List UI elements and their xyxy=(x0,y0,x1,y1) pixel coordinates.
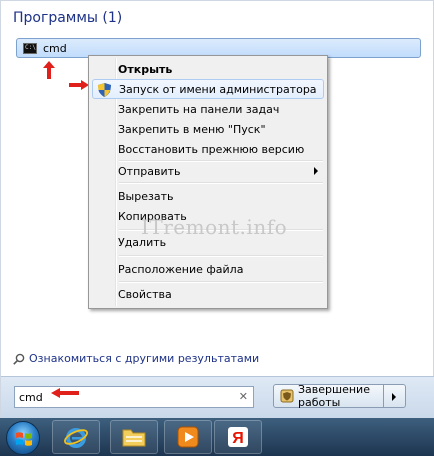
menu-item-label: Расположение файла xyxy=(118,262,244,276)
menu-separator xyxy=(119,281,323,283)
menu-item-label: Свойства xyxy=(118,287,172,301)
watermark-text: ITremont.info xyxy=(141,215,288,239)
windows-logo-icon xyxy=(16,432,32,446)
menu-item-open[interactable]: Открыть xyxy=(92,59,324,79)
taskbar-file-explorer[interactable] xyxy=(110,420,158,454)
taskbar-media-player[interactable] xyxy=(164,420,212,454)
shutdown-label: Завершение работы xyxy=(298,383,370,409)
see-more-results-label: Ознакомиться с другими результатами xyxy=(29,352,260,365)
search-result-label: cmd xyxy=(43,41,67,55)
internet-explorer-icon xyxy=(64,428,88,448)
cmd-icon: C:\ xyxy=(23,42,37,54)
menu-item-cut[interactable]: Вырезать xyxy=(92,186,324,206)
context-menu: Открыть Запуск от имени администратора З… xyxy=(88,55,328,309)
shield-icon xyxy=(98,83,111,97)
clear-icon[interactable]: ✕ xyxy=(239,390,248,403)
taskbar-internet-explorer[interactable] xyxy=(52,420,100,454)
media-player-icon xyxy=(177,426,199,448)
menu-item-run-as-admin[interactable]: Запуск от имени администратора xyxy=(92,79,324,99)
file-explorer-icon xyxy=(122,429,146,447)
search-input-value: cmd xyxy=(19,390,43,404)
search-input[interactable]: cmd ✕ xyxy=(14,386,254,408)
menu-item-restore-previous[interactable]: Восстановить прежнюю версию xyxy=(92,139,324,159)
search-icon xyxy=(13,353,25,365)
start-orb[interactable] xyxy=(6,421,40,455)
red-arrow-right-annotation xyxy=(69,80,89,90)
shield-icon xyxy=(280,389,294,403)
menu-item-properties[interactable]: Свойства xyxy=(92,284,324,304)
menu-item-pin-start[interactable]: Закрепить в меню "Пуск" xyxy=(92,119,324,139)
menu-item-label: Закрепить в меню "Пуск" xyxy=(118,122,266,136)
menu-item-pin-taskbar[interactable]: Закрепить на панели задач xyxy=(92,99,324,119)
shutdown-options-button[interactable] xyxy=(384,384,406,408)
menu-item-label: Восстановить прежнюю версию xyxy=(118,142,305,156)
menu-separator xyxy=(119,255,323,257)
yandex-browser-icon: Я xyxy=(228,427,248,447)
menu-item-label: Отправить xyxy=(118,164,181,178)
start-menu-panel: Программы (1) C:\ cmd Открыть Запуск от … xyxy=(0,0,434,419)
svg-text:Я: Я xyxy=(232,430,244,447)
see-more-results-link[interactable]: Ознакомиться с другими результатами xyxy=(13,352,259,365)
menu-item-label: Открыть xyxy=(118,62,173,76)
menu-item-send-to[interactable]: Отправить xyxy=(92,161,324,181)
programs-group-header: Программы (1) xyxy=(13,10,123,26)
menu-item-label: Закрепить на панели задач xyxy=(118,102,280,116)
menu-separator xyxy=(119,182,323,184)
menu-item-file-location[interactable]: Расположение файла xyxy=(92,259,324,279)
submenu-arrow-icon xyxy=(314,167,318,175)
menu-item-label: Вырезать xyxy=(118,189,174,203)
taskbar: Я xyxy=(0,418,434,456)
shutdown-button[interactable]: Завершение работы xyxy=(273,383,384,409)
red-arrow-left-annotation xyxy=(51,388,79,398)
taskbar-yandex-browser[interactable]: Я xyxy=(214,420,262,454)
menu-item-label: Запуск от имени администратора xyxy=(119,82,317,96)
red-arrow-up-annotation xyxy=(43,61,55,79)
